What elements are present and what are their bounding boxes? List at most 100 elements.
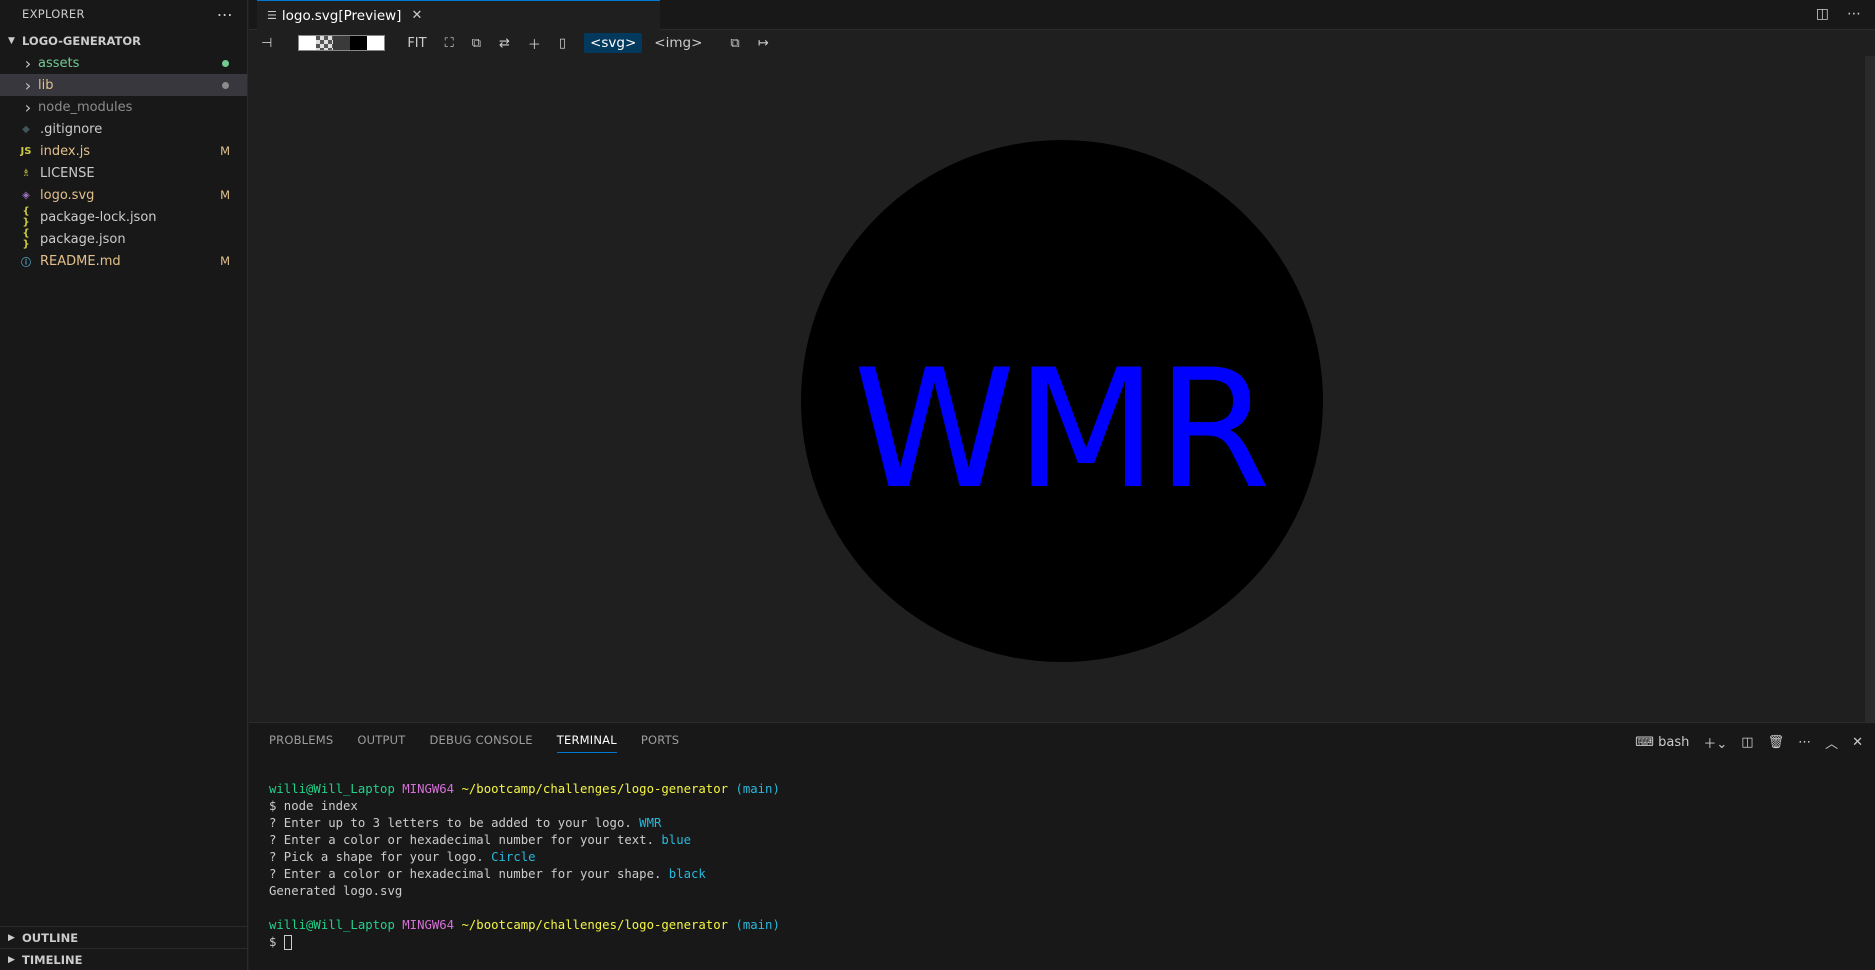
- svg-format-button[interactable]: <svg>: [584, 33, 643, 53]
- prompt-branch: (main): [735, 782, 780, 796]
- zoom-reset-icon[interactable]: ⧉: [472, 36, 481, 51]
- json-icon: { }: [22, 228, 30, 250]
- pin-icon[interactable]: ⊣: [261, 36, 272, 51]
- terminal-prompt-line: willi@Will_Laptop MINGW64 ~/bootcamp/cha…: [269, 917, 780, 934]
- file-tree: › assets › lib › node_modules ◆ .gitignore JS ind…: [0, 52, 247, 272]
- prompt-user-host: willi@Will_Laptop: [269, 782, 395, 796]
- explorer-header: EXPLORER ⋯: [0, 0, 247, 28]
- more-actions-icon[interactable]: ⋯: [217, 5, 233, 24]
- terminal-line: Generated logo.svg: [269, 883, 780, 900]
- tree-item-label: package.json: [40, 231, 126, 247]
- license-icon: ♗: [21, 167, 31, 179]
- vertical-scrollbar[interactable]: [1865, 56, 1875, 722]
- tab-output[interactable]: OUTPUT: [357, 733, 405, 753]
- tab-problems[interactable]: PROBLEMS: [269, 733, 333, 753]
- timeline-label: TIMELINE: [22, 952, 83, 967]
- terminal-actions: ⌨ bash ＋⌄ ◫ 🗑 ⋯ ︿ ✕: [1635, 733, 1863, 752]
- prompt-user-host: willi@Will_Laptop: [269, 918, 395, 932]
- swatch-light[interactable]: [367, 36, 385, 50]
- swatch-white[interactable]: [299, 36, 317, 50]
- crosshair-icon[interactable]: ＋: [528, 34, 541, 53]
- prompt-question: ? Enter a color or hexadecimal number fo…: [269, 833, 654, 847]
- tree-item-index-js[interactable]: JS index.js M: [0, 140, 247, 162]
- img-format-button[interactable]: <img>: [648, 33, 708, 53]
- prompt-path: ~/bootcamp/challenges/logo-generator: [461, 918, 729, 932]
- terminal-result: Generated logo.svg: [269, 884, 403, 898]
- terminal-command: $ node index: [269, 799, 358, 813]
- timeline-section[interactable]: ▶ TIMELINE: [0, 948, 248, 970]
- more-actions-icon[interactable]: ⋯: [1798, 735, 1811, 750]
- tree-item--gitignore[interactable]: ◆ .gitignore: [0, 118, 247, 140]
- ruler-icon[interactable]: ▯: [559, 36, 566, 51]
- tree-item-label: .gitignore: [40, 121, 103, 137]
- swap-icon[interactable]: ⇄: [499, 36, 510, 51]
- git-modified-badge: M: [220, 144, 230, 158]
- outline-section[interactable]: ▶ OUTLINE: [0, 926, 248, 948]
- tab-terminal[interactable]: TERMINAL: [556, 733, 617, 753]
- tab-debug-console[interactable]: DEBUG CONSOLE: [429, 733, 532, 753]
- copy-icon[interactable]: ⧉: [730, 36, 739, 51]
- swatch-dark[interactable]: [333, 36, 351, 50]
- tree-item-assets[interactable]: › assets: [0, 52, 247, 74]
- tab-logo-svg-preview[interactable]: ☰ logo.svg[Preview] ✕: [257, 0, 660, 30]
- swatch-black[interactable]: [350, 36, 368, 50]
- tree-item-label: LICENSE: [40, 165, 95, 181]
- tab-ports[interactable]: PORTS: [641, 733, 679, 753]
- prompt-answer: blue: [661, 833, 692, 847]
- explorer-title: EXPLORER: [22, 7, 85, 21]
- workspace-folder-label: LOGO-GENERATOR: [22, 34, 142, 48]
- tree-item-lib[interactable]: › lib: [0, 74, 247, 96]
- explorer-sidebar: EXPLORER ⋯ ▼ LOGO-GENERATOR › assets › lib ›…: [0, 0, 248, 970]
- prompt-answer: Circle: [491, 850, 536, 864]
- zoom-fit-icon[interactable]: ⛶: [445, 36, 454, 51]
- swatch-checker[interactable]: [316, 36, 334, 50]
- editor-tab-bar: ☰ logo.svg[Preview] ✕ ◫ ⋯: [249, 0, 1875, 30]
- tree-item-label: node_modules: [38, 99, 133, 115]
- chevron-down-icon: ▼: [8, 36, 15, 46]
- terminal-line: ? Enter up to 3 letters to be added to y…: [269, 815, 780, 832]
- terminal-shell[interactable]: ⌨ bash: [1635, 735, 1689, 750]
- git-modified-badge: M: [220, 254, 230, 268]
- bottom-panel: PROBLEMS OUTPUT DEBUG CONSOLE TERMINAL PORTS…: [249, 722, 1875, 970]
- more-actions-icon[interactable]: ⋯: [1847, 6, 1861, 22]
- tree-item-package-json[interactable]: { } package.json: [0, 228, 247, 250]
- close-icon[interactable]: ✕: [411, 8, 422, 23]
- tree-item-node-modules[interactable]: › node_modules: [0, 96, 247, 118]
- git-icon: ◆: [22, 123, 30, 135]
- fit-button[interactable]: FIT: [407, 36, 426, 51]
- open-external-icon[interactable]: ↦: [758, 36, 769, 51]
- tree-item-logo-svg[interactable]: ◈ logo.svg M: [0, 184, 247, 206]
- tree-item-label: lib: [38, 77, 54, 93]
- prompt-answer: black: [668, 867, 706, 881]
- tree-item-readme-md[interactable]: ⓘ README.md M: [0, 250, 247, 272]
- split-editor-icon[interactable]: ◫: [1816, 6, 1829, 22]
- maximize-panel-icon[interactable]: ︿: [1825, 733, 1838, 752]
- logo-svg: WMR: [801, 140, 1323, 662]
- tree-item-license[interactable]: ♗ LICENSE: [0, 162, 247, 184]
- close-panel-icon[interactable]: ✕: [1852, 735, 1863, 750]
- prompt-path: ~/bootcamp/challenges/logo-generator: [461, 782, 729, 796]
- terminal-line: ? Enter a color or hexadecimal number fo…: [269, 832, 780, 849]
- workspace-folder[interactable]: ▼ LOGO-GENERATOR: [0, 30, 247, 52]
- prompt-system: MINGW64: [402, 918, 455, 932]
- tree-item-label: README.md: [40, 253, 121, 269]
- trash-icon[interactable]: 🗑: [1768, 735, 1785, 750]
- prompt-branch: (main): [735, 918, 780, 932]
- panel-tabs: PROBLEMS OUTPUT DEBUG CONSOLE TERMINAL PORTS: [269, 733, 679, 753]
- prompt-question: ? Enter up to 3 letters to be added to y…: [269, 816, 632, 830]
- prompt-answer: WMR: [639, 816, 662, 830]
- chevron-right-icon: ›: [24, 53, 32, 73]
- svg-preview-area: WMR: [249, 56, 1865, 722]
- chevron-right-icon: ▶: [8, 954, 15, 965]
- new-terminal-icon[interactable]: ＋⌄: [1703, 733, 1727, 752]
- background-swatches[interactable]: [298, 35, 386, 51]
- tree-item-package-lock-json[interactable]: { } package-lock.json: [0, 206, 247, 228]
- tree-item-label: assets: [38, 55, 80, 71]
- js-icon: JS: [20, 145, 32, 157]
- terminal-line: $ node index: [269, 798, 780, 815]
- split-terminal-icon[interactable]: ◫: [1741, 735, 1753, 750]
- git-status-dot: [222, 59, 229, 67]
- terminal-output[interactable]: willi@Will_Laptop MINGW64 ~/bootcamp/cha…: [269, 781, 780, 951]
- terminal-final-prompt: $: [269, 935, 277, 949]
